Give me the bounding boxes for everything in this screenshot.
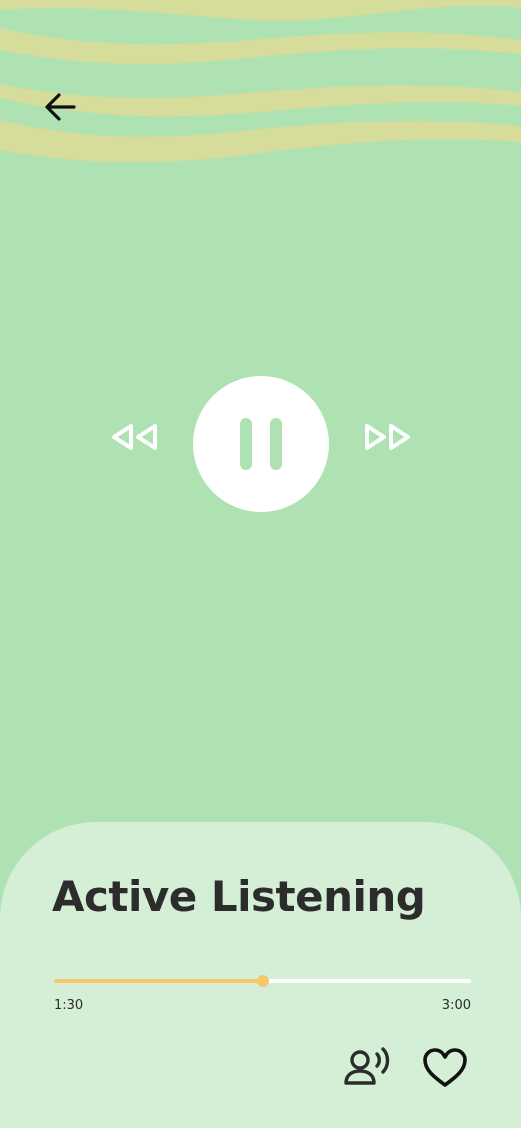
- progress-thumb[interactable]: [256, 975, 269, 987]
- back-button[interactable]: [38, 88, 82, 126]
- rewind-button[interactable]: [106, 416, 164, 456]
- progress-fill: [54, 979, 263, 983]
- track-info-sheet: Active Listening 1:30 3:00: [0, 822, 521, 1128]
- voice-speaker-icon: [344, 1047, 390, 1085]
- track-title: Active Listening: [52, 872, 426, 921]
- arrow-left-icon: [45, 93, 76, 121]
- favorite-button[interactable]: [420, 1046, 470, 1090]
- progress-slider[interactable]: [54, 975, 471, 987]
- audio-player-screen: Active Listening 1:30 3:00: [0, 0, 521, 1128]
- pause-icon: [240, 418, 282, 470]
- total-duration: 3:00: [441, 998, 471, 1013]
- fast-forward-icon: [365, 424, 410, 450]
- elapsed-time: 1:30: [54, 998, 84, 1013]
- playback-controls: [0, 376, 521, 512]
- pause-button[interactable]: [193, 376, 329, 512]
- voice-button[interactable]: [342, 1046, 394, 1090]
- heart-icon: [423, 1048, 467, 1087]
- fast-forward-button[interactable]: [358, 416, 416, 456]
- rewind-icon: [112, 424, 157, 450]
